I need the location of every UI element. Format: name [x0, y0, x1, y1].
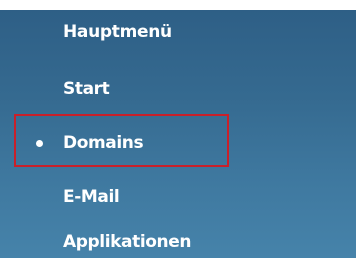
menu-item-applikationen[interactable]: Applikationen	[63, 229, 192, 255]
menu-item-start[interactable]: Start	[63, 76, 110, 102]
bullet-icon	[36, 140, 43, 147]
main-menu-panel: Hauptmenü Start Domains E-Mail Applikati…	[0, 10, 356, 258]
menu-item-domains[interactable]: Domains	[63, 130, 144, 156]
menu-item-email[interactable]: E-Mail	[63, 184, 120, 210]
menu-list: Start Domains E-Mail Applikationen	[0, 10, 356, 258]
